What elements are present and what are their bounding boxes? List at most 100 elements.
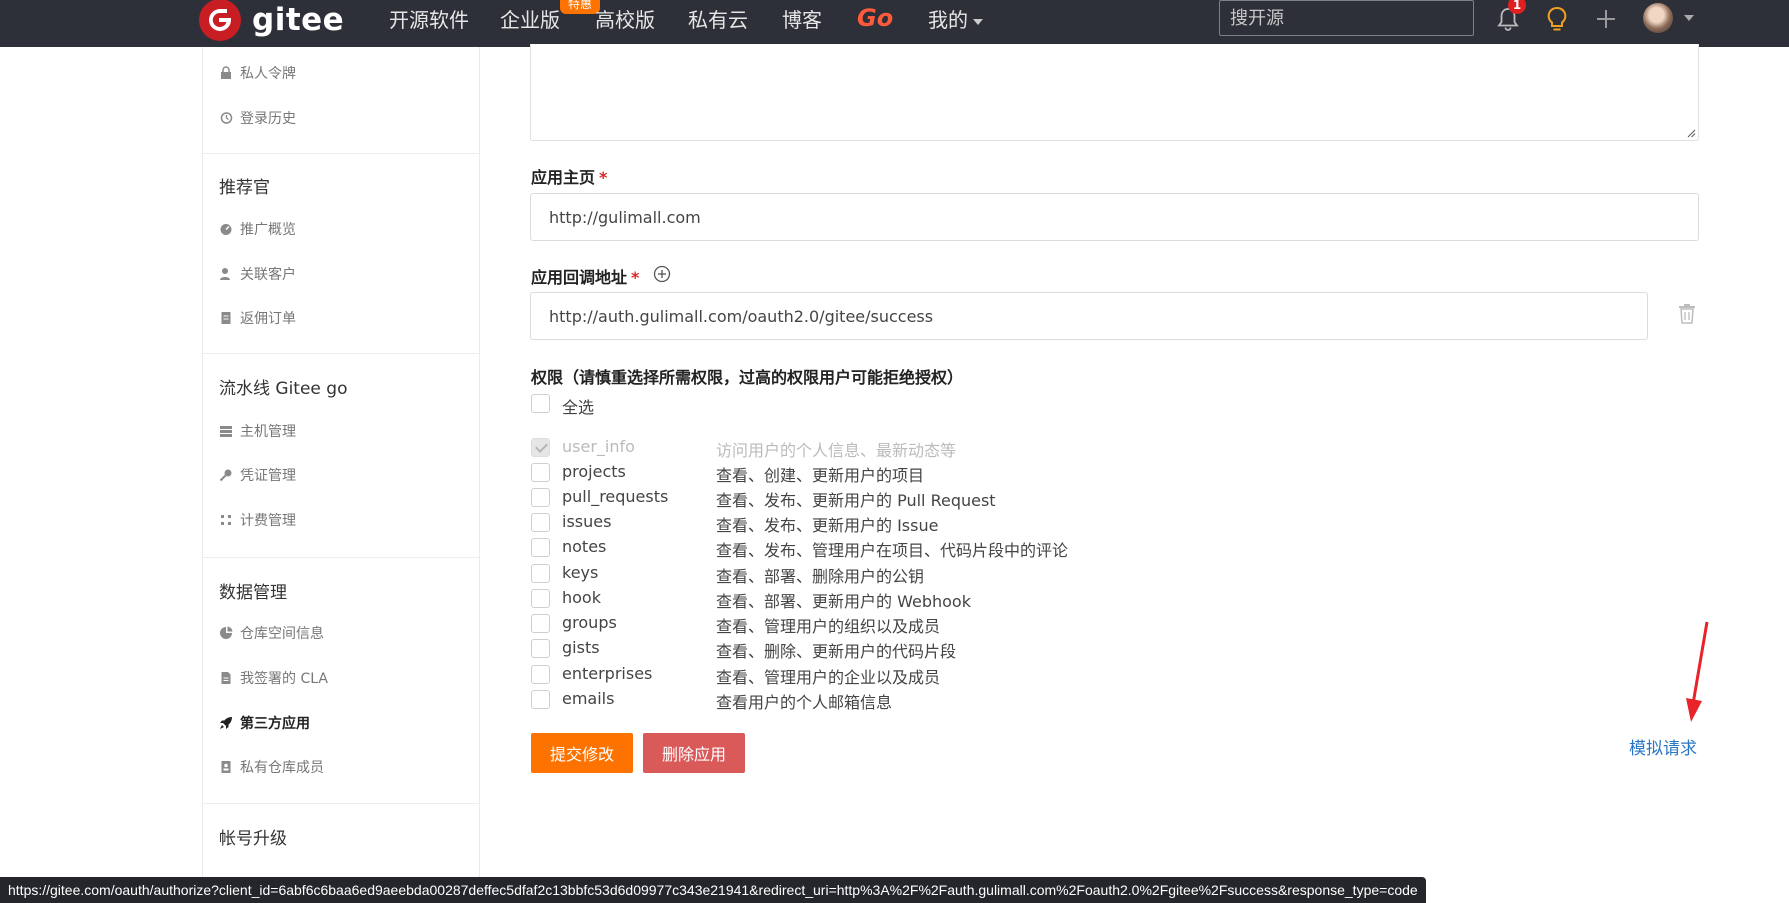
scope-name: keys — [562, 563, 599, 582]
sidebar-item-label: 登录历史 — [240, 111, 296, 127]
sidebar-item-billing-management[interactable]: 计费管理 — [219, 510, 296, 530]
scope-checkbox-pull-requests[interactable] — [531, 488, 550, 507]
nav-open-source[interactable]: 开源软件 — [389, 3, 469, 37]
permissions-title: 权限（请慎重选择所需权限，过高的权限用户可能拒绝授权） — [531, 368, 964, 387]
scope-checkbox-issues[interactable] — [531, 513, 550, 532]
scope-desc: 查看、管理用户的组织以及成员 — [716, 617, 941, 636]
homepage-label-text: 应用主页 — [531, 168, 596, 187]
homepage-label: 应用主页 * — [531, 164, 607, 188]
nav-my-menu[interactable]: 我的 — [928, 3, 983, 37]
scope-checkbox-groups[interactable] — [531, 614, 550, 633]
nav-my-label: 我的 — [928, 8, 968, 32]
scope-name: emails — [562, 689, 615, 708]
sidebar-item-label: 计费管理 — [240, 513, 296, 529]
sidebar-item-login-history[interactable]: 登录历史 — [219, 108, 296, 128]
dashboard-icon — [220, 224, 232, 235]
sidebar-item-label: 仓库空间信息 — [240, 626, 324, 642]
scope-checkbox-gists[interactable] — [531, 639, 550, 658]
lock-icon — [221, 66, 231, 79]
sidebar-item-label: 我签署的 CLA — [240, 671, 328, 687]
history-icon — [220, 112, 233, 124]
sidebar-item-private-repo-members[interactable]: 私有仓库成员 — [219, 757, 324, 777]
sidebar-item-third-party-apps[interactable]: 第三方应用 — [219, 713, 310, 733]
scope-desc: 查看、部署、更新用户的 Webhook — [716, 592, 971, 611]
scope-desc: 查看、发布、更新用户的 Issue — [716, 516, 939, 535]
sidebar-item-credential-management[interactable]: 凭证管理 — [219, 465, 296, 485]
scope-name: notes — [562, 537, 607, 556]
notification-count-badge: 1 — [1508, 0, 1526, 14]
sidebar-heading-account-upgrade: 帐号升级 — [219, 829, 287, 849]
sidebar-item-host-management[interactable]: 主机管理 — [219, 421, 296, 441]
scope-name: pull_requests — [562, 487, 669, 506]
sidebar-item-label: 推广概览 — [240, 222, 296, 238]
sidebar-divider — [203, 803, 479, 804]
homepage-input[interactable] — [530, 193, 1699, 241]
resize-grip-icon[interactable] — [1686, 128, 1696, 138]
server-icon — [220, 426, 232, 437]
required-mark: * — [631, 268, 640, 287]
scope-name: gists — [562, 638, 600, 657]
scope-checkbox-hook[interactable] — [531, 589, 550, 608]
scope-checkbox-emails[interactable] — [531, 690, 550, 709]
gitee-logo-icon — [199, 0, 241, 41]
scope-name: projects — [562, 462, 626, 481]
scope-name: user_info — [562, 437, 635, 456]
red-arrow-annotation-icon — [1686, 621, 1709, 722]
search-input[interactable] — [1219, 0, 1474, 36]
receipt-icon — [221, 312, 231, 324]
nav-gitee-go[interactable]: Go — [857, 1, 893, 35]
pie-chart-icon — [220, 626, 233, 639]
sidebar-item-label: 主机管理 — [240, 424, 296, 440]
dots-grid-icon — [221, 515, 231, 525]
sidebar-item-promo-overview[interactable]: 推广概览 — [219, 219, 296, 239]
callback-label-text: 应用回调地址 — [531, 268, 628, 287]
sidebar-item-commission-orders[interactable]: 返佣订单 — [219, 308, 296, 328]
add-callback-plus-icon[interactable] — [653, 265, 671, 283]
scope-checkbox-projects[interactable] — [531, 463, 550, 482]
simulate-request-link[interactable]: 模拟请求 — [1629, 734, 1697, 759]
sidebar-item-repo-space[interactable]: 仓库空间信息 — [219, 623, 324, 643]
nav-private-cloud[interactable]: 私有云 — [688, 3, 748, 37]
callback-url-input[interactable] — [530, 292, 1648, 340]
member-lock-icon — [221, 761, 231, 773]
chevron-down-icon — [973, 18, 983, 25]
lightbulb-icon[interactable] — [1543, 5, 1571, 33]
scope-checkbox-notes[interactable] — [531, 538, 550, 557]
nav-enterprise[interactable]: 企业版 — [500, 3, 560, 37]
scope-checkbox-enterprises[interactable] — [531, 665, 550, 684]
scope-desc: 查看、管理用户的企业以及成员 — [716, 668, 941, 687]
submit-changes-button[interactable]: 提交修改 — [531, 733, 633, 773]
document-icon — [221, 672, 231, 684]
description-textarea[interactable] — [530, 44, 1699, 141]
plus-icon[interactable] — [1592, 5, 1620, 33]
user-link-icon — [220, 268, 230, 280]
nav-education[interactable]: 高校版 — [595, 3, 655, 37]
sidebar-item-label: 私人令牌 — [240, 66, 296, 82]
scope-desc: 查看、创建、更新用户的项目 — [716, 466, 925, 485]
scope-desc: 查看、发布、更新用户的 Pull Request — [716, 491, 996, 510]
scope-checkbox-user-info — [531, 438, 550, 457]
settings-sidebar: 私人令牌 登录历史 推荐官 推广概览 关联客户 返佣订单 流水线 Gitee g… — [202, 47, 480, 903]
key-icon — [219, 469, 232, 482]
sidebar-item-private-token[interactable]: 私人令牌 — [219, 63, 296, 83]
nav-blog[interactable]: 博客 — [782, 3, 822, 37]
gitee-logo[interactable]: gitee — [199, 0, 345, 41]
trash-icon[interactable] — [1677, 303, 1697, 325]
scope-name: hook — [562, 588, 601, 607]
delete-app-button[interactable]: 删除应用 — [643, 733, 745, 773]
top-navbar: gitee 开源软件 企业版 特惠 高校版 私有云 博客 Go 我的 1 — [0, 0, 1789, 47]
sidebar-item-signed-cla[interactable]: 我签署的 CLA — [219, 668, 328, 688]
sidebar-heading-data-management: 数据管理 — [219, 583, 287, 603]
scope-desc: 查看、部署、删除用户的公钥 — [716, 567, 925, 586]
scope-checkbox-keys[interactable] — [531, 564, 550, 583]
logo-text: gitee — [252, 1, 345, 38]
scope-name: issues — [562, 512, 612, 531]
rocket-icon — [220, 717, 232, 729]
select-all-checkbox[interactable] — [531, 394, 550, 413]
callback-label: 应用回调地址 * — [531, 264, 639, 288]
sidebar-item-linked-customers[interactable]: 关联客户 — [219, 264, 296, 284]
avatar-chevron-down-icon[interactable] — [1684, 15, 1694, 21]
link-preview-status-bar: https://gitee.com/oauth/authorize?client… — [0, 877, 1426, 903]
scope-desc: 查看、删除、更新用户的代码片段 — [716, 642, 957, 661]
user-avatar[interactable] — [1643, 3, 1673, 33]
